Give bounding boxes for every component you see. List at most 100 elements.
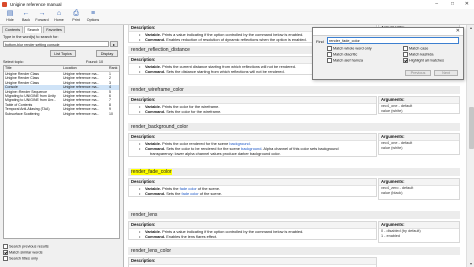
content-scrollbar[interactable]: ▴ ▾ xyxy=(466,25,474,267)
forward-arrow-icon: → xyxy=(38,10,46,17)
line-label: Command. xyxy=(145,109,166,114)
description-heading: Description: xyxy=(129,134,376,141)
maximize-icon[interactable]: □ xyxy=(451,1,454,7)
match-whole-word-checkbox[interactable]: Match whole word only xyxy=(327,45,372,52)
section-title-highlighted: render_fade_color xyxy=(128,168,460,176)
description-line: Command. Enables the lens flares effect. xyxy=(129,234,376,239)
line-text: Sets the color for the wireframe. xyxy=(165,109,222,114)
options-button[interactable]: ≡ Options xyxy=(85,10,101,23)
line-text: Sets the xyxy=(165,191,182,196)
home-icon: ⌂ xyxy=(56,10,62,17)
arguments-heading: Arguments: xyxy=(379,97,459,104)
home-label: Home xyxy=(54,18,64,22)
options-icon: ≡ xyxy=(90,10,96,17)
match-alef-hamza-checkbox[interactable]: Match alef hamza xyxy=(327,57,363,64)
arguments-box: Arguments: vec4_one - default value (whi… xyxy=(378,96,460,114)
argument-line: value (white) xyxy=(381,109,403,113)
checkbox-label: Match alef hamza xyxy=(333,58,363,63)
description-line: Command. Sets the fade color of the scen… xyxy=(129,191,376,196)
tab-favorites[interactable]: Favorites xyxy=(43,26,65,33)
line-text: Sets the distance starting from which re… xyxy=(165,69,285,74)
close-icon[interactable]: ✕ xyxy=(465,1,469,7)
section-title: render_wireframe_color xyxy=(128,86,460,94)
scroll-down-icon[interactable]: ▾ xyxy=(468,261,474,267)
arguments-box: Arguments: vec4_zero - default value (bl… xyxy=(378,178,460,200)
display-button[interactable]: Display xyxy=(96,50,118,57)
search-input[interactable]: bottom-blur render setting console xyxy=(3,41,109,47)
column-rank[interactable]: Rank xyxy=(109,66,119,71)
fade-color-link[interactable]: fade color xyxy=(182,191,199,196)
description-box: Description: Variable. Prints the color … xyxy=(128,96,377,115)
close-icon[interactable]: ✕ xyxy=(456,28,460,35)
print-button[interactable]: ⎙ Print xyxy=(68,10,84,23)
hide-label: Hide xyxy=(6,18,14,22)
column-location[interactable]: Location xyxy=(63,66,108,71)
forward-label: Forward xyxy=(35,18,49,22)
match-similar-words-checkbox[interactable]: Match similar words xyxy=(3,249,43,256)
topic-list: Title Location Rank Unigine Render Class… xyxy=(3,65,120,239)
checkbox-label: Match diacritic xyxy=(333,52,358,57)
topic-title: Subsurface Scattering xyxy=(5,111,40,116)
tab-search[interactable]: Search xyxy=(24,26,43,33)
description-box: Description: xyxy=(128,257,377,267)
argument-line: value (black) xyxy=(381,191,403,195)
find-dialog-titlebar[interactable]: ✕ xyxy=(313,28,463,36)
checkbox-box xyxy=(327,45,332,51)
checkbox-box xyxy=(327,57,332,63)
topic-rank: 10 xyxy=(109,111,113,116)
line-text: of the scene. xyxy=(198,191,222,196)
find-label: Find xyxy=(316,39,324,44)
toolbar: ▤ Hide ← Back → Forward ⌂ Home ⎙ Print ≡… xyxy=(0,9,474,25)
next-button[interactable]: Next xyxy=(434,70,458,76)
section-title: render_lens xyxy=(128,211,460,219)
tab-contents[interactable]: Contents xyxy=(2,26,24,33)
argument-line: 1 - enabled xyxy=(381,234,400,238)
checkbox-box xyxy=(403,45,408,51)
highlight-all-matches-checkbox[interactable]: Highlight all matches xyxy=(403,57,445,64)
checkbox-label: Match similar words xyxy=(9,250,43,255)
topic-location: Unigine reference ma... xyxy=(63,111,100,116)
section-title: render_lens_color xyxy=(128,247,460,255)
list-topics-button[interactable]: List Topics xyxy=(50,50,76,57)
checkbox-label: Search previous results xyxy=(9,244,49,249)
description-heading: Description: xyxy=(129,97,376,104)
argument-line: value (white) xyxy=(381,146,403,150)
find-dialog: ✕ Find render_fade_color Match whole wor… xyxy=(312,27,464,80)
checkbox-label: Search titles only xyxy=(9,256,38,261)
line-label: Command. xyxy=(145,191,166,196)
scrollbar-thumb[interactable] xyxy=(468,107,474,149)
search-titles-only-checkbox[interactable]: Search titles only xyxy=(3,255,38,262)
navigation-pane: Contents Search Favorites Type in the wo… xyxy=(0,25,124,267)
minimize-icon[interactable]: – xyxy=(435,1,438,7)
arguments-heading: Arguments: xyxy=(379,134,459,141)
print-label: Print xyxy=(72,18,80,22)
column-title[interactable]: Title xyxy=(5,66,63,71)
checkbox-label: Highlight all matches xyxy=(409,58,445,63)
back-arrow-icon: ← xyxy=(22,10,30,17)
forward-button[interactable]: → Forward xyxy=(34,10,50,23)
arguments-box: Arguments: vec4_one - default value (whi… xyxy=(378,133,460,155)
arguments-heading: Arguments: xyxy=(379,222,459,229)
description-heading: Description: xyxy=(129,222,376,229)
description-line: transparency: lower alpha channel values… xyxy=(150,151,281,156)
find-input[interactable]: render_fade_color xyxy=(327,37,459,44)
description-line: Command. Sets the color for the wirefram… xyxy=(129,109,376,114)
checkbox-label: Match whole word only xyxy=(333,46,372,51)
search-arrow-button[interactable]: ▸ xyxy=(110,41,118,47)
app-icon xyxy=(2,2,7,7)
print-icon: ⎙ xyxy=(73,10,79,17)
search-highlight: render_fade_color xyxy=(131,169,172,175)
previous-button[interactable]: Previous xyxy=(405,70,431,76)
back-button[interactable]: ← Back xyxy=(18,10,34,23)
line-label: Command. xyxy=(145,37,166,42)
arguments-box: Arguments: 0 - disabled (by default) 1 -… xyxy=(378,221,460,243)
section-title: render_background_color xyxy=(128,123,460,131)
checkbox-box xyxy=(3,243,8,249)
scroll-up-icon[interactable]: ▴ xyxy=(468,25,474,31)
search-previous-results-checkbox[interactable]: Search previous results xyxy=(3,243,49,250)
hide-button[interactable]: ▤ Hide xyxy=(2,10,18,23)
home-button[interactable]: ⌂ Home xyxy=(51,10,67,23)
description-box: Description: Variable. Prints a value in… xyxy=(128,221,377,240)
search-prompt: Type in the word(s) to search for: xyxy=(3,35,59,39)
topic-row[interactable]: Subsurface Scattering Unigine reference m… xyxy=(4,112,119,116)
